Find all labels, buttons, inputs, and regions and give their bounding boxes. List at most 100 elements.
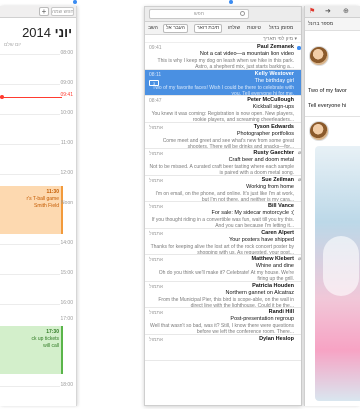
message-sender: Patricia Houden [252,282,294,289]
message-preview: Thanks for keeping alive the lost art of… [150,243,294,255]
mail-window: חפש השב העבר אל תיבת דואר שולחו טיוטות מ… [144,6,302,406]
flag-icon[interactable]: ⚑ [309,7,315,15]
hour-label: 08:00 [60,50,73,56]
current-time-line [0,97,62,98]
message-subject: Kickball sign-ups [252,104,294,110]
forward-icon[interactable]: ➜ [325,7,331,15]
message-sender: Tyson Edwards [253,123,294,130]
move-to-button[interactable]: העבר אל [163,24,188,33]
message-subject: Craft beer and doom metal [228,157,294,163]
message-row[interactable]: 08:47 Peter McCullough Kickball sign-ups… [145,96,301,123]
message-sender: Dylan Heslop [259,335,294,342]
hour-label: Noon [61,200,73,206]
message-preview: Not to be missed. A curated craft beer t… [149,164,294,176]
divider [305,116,360,117]
message-subject: Your posters have shipped [229,236,294,243]
message-row[interactable]: אתמול Dylan Heslop [145,335,301,361]
message-subject: Northern gannet on Alcatraz [225,289,295,296]
mail-toolbar: חפש [145,7,301,22]
message-subject: The birthday girl [254,77,294,84]
hour-label: 15:00 [60,270,73,276]
calendar-window: + לחפש שמה יוני 2014 יום שלם 08:00 09:00… [0,6,77,406]
message-preview: You knew it was coming: Registration is … [151,111,294,123]
message-time: אתמול [149,230,163,237]
message-time: אתמול [149,283,163,290]
event-title: ck up tickets [31,336,59,342]
add-event-button[interactable]: + [39,7,49,16]
paperclip-icon: ⌀ [297,150,301,156]
sort-by-date[interactable]: מיון לפי תאריך ▾ [145,35,301,43]
message-preview: If you thought riding in a convertible w… [151,217,294,229]
hour-label: 14:00 [60,240,73,246]
message-sender: Peter McCullough [247,97,294,103]
message-subject: Working from home [246,183,294,190]
more-icon[interactable]: ⊕ [343,7,349,15]
calendar-toolbar: + לחפש שמה [0,6,76,18]
detail-toolbar: ⚑ ➜ ⊕ [305,6,360,18]
message-row[interactable]: אתמול Randi Hill Post-presentation regro… [145,308,301,335]
calendar-search-input[interactable]: לחפש שמה [51,7,74,16]
window-indicator-dot [229,0,233,4]
hour-line [0,114,60,115]
message-sender: Matthew Klebert [251,256,294,262]
message-time: 08:11 [149,71,162,78]
message-row[interactable]: 09:41 Paul Zemanek Not a cat video—a mou… [145,43,301,70]
tab-inbox[interactable]: תיבת דואר [194,24,223,33]
message-preview: Oh do you think we'll make it? Celebrate… [158,270,294,282]
hour-label: 11:00 [60,140,73,146]
message-sender: Caren Alpert [261,229,294,236]
message-row[interactable]: ⌀ אתמול Sue Zeilman Working from home I'… [145,176,301,202]
calendar-event[interactable]: 17:30 ck up tickets will call [0,326,63,374]
hour-line [0,144,60,145]
calendar-event[interactable]: 11:30 r's T-ball game Smith Field [0,186,63,234]
photo-attachment[interactable] [315,146,360,401]
current-time-label: 09:41 [60,92,73,98]
message-preview: From the Municipal Pier, this bird is sc… [158,296,294,308]
paperclip-icon: ⌀ [297,256,301,262]
message-sender: Rusty Gaechter [253,150,294,156]
window-indicator-dot [73,0,77,4]
message-time: אתמול [149,310,163,316]
message-row[interactable]: אתמול Patricia Houden Northern gannet on… [145,282,301,308]
message-preview: Well that wasn't so bad, was it? Still, … [150,323,294,335]
tab-sent[interactable]: שולחו [228,25,240,31]
message-row[interactable]: אתמול Tyson Edwards Photographer portfol… [145,123,301,149]
desktop: + לחפש שמה יוני 2014 יום שלם 08:00 09:00… [0,0,360,409]
hour-line [0,174,60,175]
message-row[interactable]: ⌀ אתמול Matthew Klebert Whine and dine O… [145,255,301,282]
photo-content [323,236,359,296]
message-preview: Come meet and greet and see what's new f… [162,137,294,149]
message-list: 09:41 Paul Zemanek Not a cat video—a mou… [145,43,301,361]
message-sender: Sue Zeilman [261,176,294,183]
message-row[interactable]: ⌀ אתמול Rusty Gaechter Craft beer and do… [145,149,301,176]
message-subject: Post-presentation regroup [230,316,294,322]
hour-label: 12:00 [60,170,73,176]
search-icon [240,11,245,16]
hour-label: 09:00 [60,80,73,86]
message-row-selected[interactable]: 08:11 3 Kelly Westover The birthday girl… [145,69,301,96]
search-placeholder: חפש [194,11,204,17]
message-time: אתמול [149,336,163,343]
hour-line [0,304,60,305]
mail-search-input[interactable]: חפש [149,9,249,19]
message-time: אתמול [149,151,163,157]
message-body-line: Tell everyone hi [308,103,347,109]
message-body-line: Two of my favor [308,88,347,94]
message-preview: This is why I keep my dog on leash when … [157,58,294,70]
message-time: 08:47 [149,98,162,104]
event-title: r's T-ball game [26,196,59,202]
message-time: אתמול [149,257,163,263]
message-time: אתמול [149,204,163,210]
hour-line [0,54,60,55]
reply-button[interactable]: השב [148,25,158,31]
hour-label: 18:00 [60,382,73,388]
tab-drafts[interactable]: טיוטות [247,25,261,31]
message-row[interactable]: אתמול Caren Alpert Your posters have shi… [145,229,301,255]
day-grid[interactable]: 08:00 09:00 10:00 09:41 11:00 12:00 11:3… [0,48,77,398]
message-sender: Kelly Westover [254,70,294,77]
message-subject: Whine and dine [255,263,294,269]
message-row[interactable]: אתמול Bill Vance For sale: My sidecar mo… [145,202,301,229]
tab-flagged[interactable]: מסומן בדגל [269,25,293,31]
year-number: 2014 [22,25,51,40]
message-sender: Randi Hill [268,309,294,315]
